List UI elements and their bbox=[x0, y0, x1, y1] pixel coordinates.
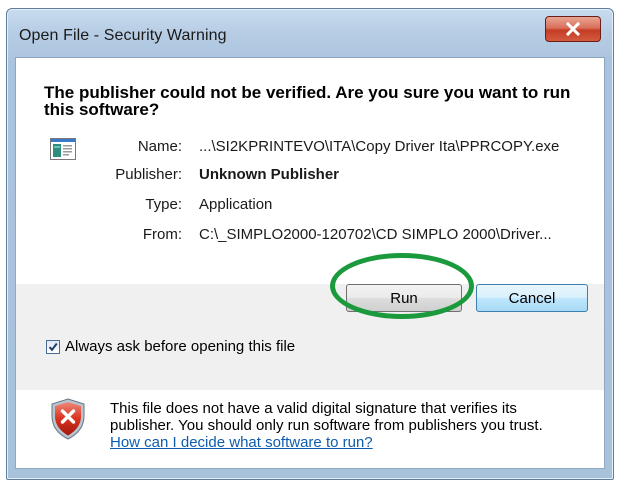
security-warning-dialog: Open File - Security Warning The publish… bbox=[6, 8, 614, 480]
help-link[interactable]: How can I decide what software to run? bbox=[110, 434, 373, 451]
cancel-button[interactable]: Cancel bbox=[476, 284, 588, 312]
title-bar[interactable]: Open File - Security Warning bbox=[7, 9, 613, 57]
checkmark-icon bbox=[48, 342, 58, 351]
dialog-body: The publisher could not be verified. Are… bbox=[15, 57, 605, 469]
publisher-value: Unknown Publisher bbox=[199, 166, 340, 183]
window-title: Open File - Security Warning bbox=[19, 27, 227, 44]
signature-warning-text: This file does not have a valid digital … bbox=[110, 400, 543, 434]
from-label: From: bbox=[142, 226, 182, 243]
shield-error-icon bbox=[51, 398, 85, 440]
publisher-label: Publisher: bbox=[115, 166, 182, 183]
from-value: C:\_SIMPLO2000-120702\CD SIMPLO 2000\Dri… bbox=[199, 226, 552, 243]
name-value: ...\SI2KPRINTEVO\ITA\Copy Driver Ita\PPR… bbox=[199, 138, 560, 155]
type-label: Type: bbox=[145, 196, 182, 213]
always-ask-option[interactable]: Always ask before opening this file bbox=[46, 338, 295, 355]
always-ask-label[interactable]: Always ask before opening this file bbox=[65, 338, 295, 355]
close-button[interactable] bbox=[545, 16, 601, 42]
run-button[interactable]: Run bbox=[346, 284, 462, 312]
signature-warning: This file does not have a valid digital … bbox=[110, 400, 580, 451]
name-label: Name: bbox=[137, 138, 182, 155]
type-value: Application bbox=[199, 196, 273, 213]
always-ask-checkbox[interactable] bbox=[46, 339, 60, 354]
warning-headline: The publisher could not be verified. Are… bbox=[44, 83, 571, 119]
close-icon bbox=[565, 22, 581, 36]
